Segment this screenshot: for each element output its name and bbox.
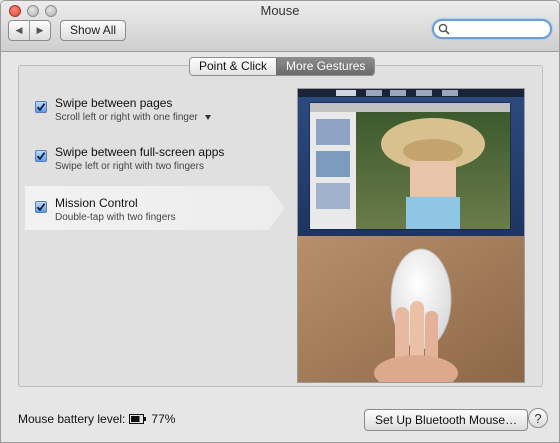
gesture-title: Swipe between full-screen apps bbox=[55, 145, 225, 159]
back-button[interactable]: ◀ bbox=[9, 21, 29, 40]
search-icon bbox=[438, 23, 450, 35]
tab-bar: Point & Click More Gestures bbox=[189, 57, 376, 76]
battery-label: Mouse battery level: bbox=[18, 412, 126, 426]
search-field[interactable] bbox=[432, 19, 552, 39]
checkmark-icon bbox=[36, 103, 46, 112]
gesture-description: Swipe left or right with two fingers bbox=[55, 161, 204, 172]
checkmark-icon bbox=[36, 152, 46, 161]
setup-bluetooth-mouse-button[interactable]: Set Up Bluetooth Mouse… bbox=[364, 409, 529, 431]
gesture-description: Scroll left or right with one finger bbox=[55, 112, 198, 123]
forward-button[interactable]: ▶ bbox=[29, 21, 50, 40]
gesture-title: Swipe between pages bbox=[55, 96, 173, 110]
window-title: Mouse bbox=[260, 3, 300, 18]
chevron-left-icon: ◀ bbox=[15, 25, 23, 35]
battery-icon bbox=[129, 414, 147, 424]
tab-point-click[interactable]: Point & Click bbox=[190, 58, 277, 75]
battery-status: Mouse battery level: 77% bbox=[18, 412, 175, 426]
preferences-window: Mouse ◀ ▶ Show All Point & Click More Ge… bbox=[0, 0, 560, 443]
chevron-right-icon: ▶ bbox=[36, 25, 44, 35]
battery-value: 77% bbox=[151, 412, 176, 426]
battery-fill bbox=[131, 416, 140, 422]
gesture-demo-illustration bbox=[298, 89, 524, 382]
swipe-fullscreen-checkbox[interactable] bbox=[35, 150, 47, 162]
dropdown-arrow-icon bbox=[204, 114, 211, 120]
tab-more-gestures[interactable]: More Gestures bbox=[276, 58, 375, 75]
gesture-mission-control[interactable]: Mission Control Double-tap with two fing… bbox=[25, 186, 285, 230]
mission-control-checkbox[interactable] bbox=[35, 201, 47, 213]
gesture-swipe-fullscreen-apps[interactable]: Swipe between full-screen apps Swipe lef… bbox=[25, 141, 268, 185]
swipe-pages-checkbox[interactable] bbox=[35, 101, 47, 113]
gesture-title: Mission Control bbox=[55, 196, 138, 210]
checkmark-icon bbox=[36, 203, 46, 212]
gesture-description: Double-tap with two fingers bbox=[55, 212, 176, 223]
show-all-button[interactable]: Show All bbox=[60, 20, 127, 41]
title-bar: Mouse ◀ ▶ Show All bbox=[1, 1, 559, 52]
gesture-description-menu[interactable]: Scroll left or right with one finger bbox=[55, 112, 211, 123]
gesture-preview-video bbox=[297, 88, 525, 383]
back-forward-buttons: ◀ ▶ bbox=[8, 20, 51, 41]
gesture-swipe-pages[interactable]: Swipe between pages Scroll left or right… bbox=[25, 92, 268, 136]
help-button[interactable]: ? bbox=[528, 408, 548, 428]
